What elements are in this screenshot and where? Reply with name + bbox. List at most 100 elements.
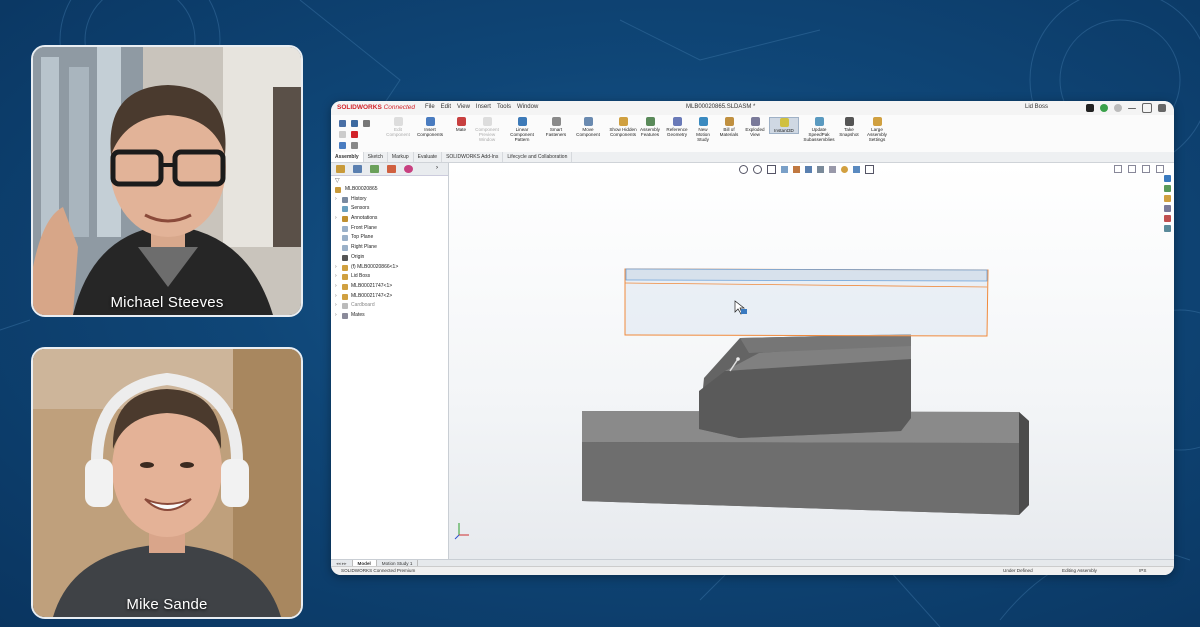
tree-item[interactable]: Top Plane [331,233,448,243]
tree-item[interactable]: › (f) MLB00020866<1> [331,263,448,273]
ribbon-button-insert-components[interactable]: Insert Components [414,117,446,137]
app-brand-suffix: Connected [383,104,416,111]
ribbon-button-linear-pattern[interactable]: Linear Component Pattern [504,117,540,142]
ribbon-button-label: New Motion Study [696,127,710,142]
terminal-icon[interactable] [1086,104,1094,112]
mate-icon [456,117,466,126]
ribbon-button-smart-fasteners[interactable]: Smart Fasteners [543,117,569,137]
ribbon-button-motion-study[interactable]: New Motion Study [691,117,715,142]
ribbon-button-speedpak[interactable]: Update SpeedPak Subassemblies [801,117,837,142]
tree-root[interactable]: MLB00020865 [331,185,448,195]
rebuild-icon[interactable] [351,142,358,149]
tree-item-label: Lid Boss [351,273,371,280]
linear-pattern-icon [517,117,527,126]
feature-tree-tab-icon[interactable] [336,165,345,173]
expand-arrow-icon[interactable]: › [335,292,337,302]
ribbon-button-edit-component[interactable]: Edit Component [383,117,413,137]
ribbon-button-instant3d[interactable]: Instant3D [769,117,799,134]
maximize-icon[interactable] [1142,103,1152,113]
expand-arrow-icon[interactable]: › [335,301,337,311]
quick-access-toolbar [337,118,385,150]
expand-arrow-icon[interactable]: › [335,282,337,292]
help-icon[interactable] [1114,104,1122,112]
close-icon[interactable] [1158,104,1166,112]
ribbon-button-assembly-features[interactable]: Assembly Features [638,117,662,137]
tree-item[interactable]: › Mates [331,311,448,321]
tree-item[interactable]: Front Plane [331,224,448,234]
new-icon[interactable] [339,131,346,138]
select-icon[interactable] [339,142,346,149]
document-title: MLB00020865.SLDASM * [686,104,756,110]
save-icon[interactable] [351,120,358,127]
expand-arrow-icon[interactable]: › [335,311,337,321]
tab-lifecycle-and-collaboration[interactable]: Lifecycle and Collaboration [503,152,573,162]
speedpak-icon [814,117,824,126]
tab-sketch[interactable]: Sketch [364,152,388,162]
ribbon-button-reference-geometry[interactable]: Reference Geometry [664,117,690,137]
tree-item[interactable]: › Cardboard [331,301,448,311]
assembly-features-icon [645,117,655,126]
ribbon-button-label: Take Snapshot [839,127,859,137]
options-icon[interactable] [351,131,358,138]
dimxpert-tab-icon[interactable] [387,165,396,173]
search-input[interactable]: Lid Boss [1025,104,1048,110]
ribbon-button-preview-window[interactable]: Component Preview Window [471,117,503,142]
expand-arrow-icon[interactable]: › [436,165,438,173]
expand-arrow-icon[interactable]: › [335,214,337,224]
ribbon-button-label: Instant3D [774,128,794,133]
tree-item[interactable]: › Lid Boss [331,272,448,282]
part-icon [342,293,348,300]
ribbon-button-show-hidden[interactable]: Show Hidden Components [607,117,639,137]
menu-window[interactable]: Window [517,104,538,110]
tree-item[interactable]: › MLB00021747<2> [331,292,448,302]
ribbon-button-exploded-view[interactable]: Exploded View [742,117,768,137]
ribbon-button-label: Update SpeedPak Subassemblies [803,127,835,142]
history-icon [342,196,348,203]
expand-arrow-icon[interactable]: › [335,272,337,282]
filter-icon[interactable]: ▽ [335,177,340,184]
smart-fasteners-icon [551,117,561,126]
configuration-tab-icon[interactable] [370,165,379,173]
minimize-icon[interactable] [1128,107,1136,109]
tree-item-label: Annotations [351,215,378,222]
tree-item-label: Mates [351,311,365,318]
ribbon-button-label: Assembly Features [640,127,660,137]
tab-markup[interactable]: Markup [388,152,414,162]
tree-item[interactable]: › History [331,195,448,205]
display-manager-tab-icon[interactable] [404,165,413,173]
tree-item[interactable]: › MLB00021747<1> [331,282,448,292]
undo-icon[interactable] [363,120,370,127]
tree-item[interactable]: Sensors [331,204,448,214]
user-icon[interactable] [1100,104,1108,112]
home-icon[interactable] [339,120,346,127]
ribbon-button-bom[interactable]: Bill of Materials [717,117,741,137]
tree-item-label: Sensors [351,205,370,212]
expand-arrow-icon[interactable]: › [335,263,337,273]
lid-boss-part[interactable] [624,268,989,337]
menu-edit[interactable]: Edit [441,104,451,110]
tab-evaluate[interactable]: Evaluate [414,152,443,162]
expand-arrow-icon[interactable]: › [335,195,337,205]
box-part[interactable] [699,334,911,438]
command-tabs: Assembly Sketch Markup Evaluate SOLIDWORKS A… [331,152,1174,163]
tree-item[interactable]: › Annotations [331,214,448,224]
tab-assembly[interactable]: Assembly [331,152,364,162]
reference-geometry-icon [672,117,682,126]
status-units[interactable]: IPS [1139,567,1146,575]
property-manager-tab-icon[interactable] [353,165,362,173]
ribbon-button-move-component[interactable]: Move Component [572,117,604,137]
ribbon-button-label: Large Assembly Settings [867,127,887,142]
tree-item[interactable]: Right Plane [331,243,448,253]
tree-item[interactable]: Origin [331,253,448,263]
ribbon-button-large-assembly[interactable]: Large Assembly Settings [864,117,890,142]
menu-view[interactable]: View [457,104,470,110]
menu-insert[interactable]: Insert [476,104,491,110]
ribbon-button-mate[interactable]: Mate [452,117,470,132]
tree-item-label: Cardboard [351,302,375,309]
menu-tools[interactable]: Tools [497,104,511,110]
feature-manager-tree: › ▽ MLB00020865 › History Sensors › Annotati… [331,163,449,560]
tab-solidworks-add-ins[interactable]: SOLIDWORKS Add-Ins [442,152,504,162]
graphics-area[interactable] [449,163,1174,560]
menu-file[interactable]: File [425,104,435,110]
ribbon-button-snapshot[interactable]: Take Snapshot [836,117,862,137]
